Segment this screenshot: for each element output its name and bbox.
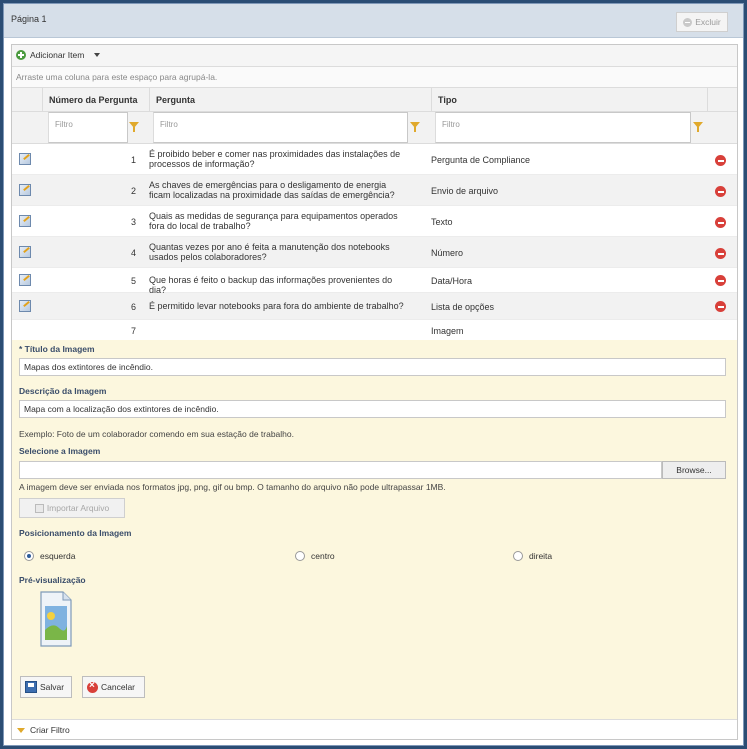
grid-filter-row: Filtro Filtro Filtro bbox=[12, 112, 737, 144]
question-number: 7 bbox=[130, 326, 136, 336]
question-text: Quais as medidas de segurança para equip… bbox=[149, 211, 398, 231]
question-number: 5 bbox=[130, 276, 136, 286]
browse-button[interactable]: Browse... bbox=[662, 461, 726, 479]
select-image-label: Selecione a Imagem bbox=[19, 446, 101, 456]
edit-icon[interactable] bbox=[19, 274, 31, 286]
image-placeholder-icon bbox=[40, 591, 72, 647]
radio-right[interactable]: direita bbox=[513, 551, 552, 561]
column-header-type[interactable]: Tipo bbox=[431, 88, 707, 111]
question-number: 2 bbox=[130, 186, 136, 196]
save-button[interactable]: Salvar bbox=[20, 676, 72, 698]
edit-icon[interactable] bbox=[19, 153, 31, 165]
question-text: É permitido levar notebooks para fora do… bbox=[149, 301, 404, 311]
question-type: Imagem bbox=[431, 326, 464, 336]
radio-icon bbox=[295, 551, 305, 561]
new-row: 7 Imagem bbox=[12, 320, 737, 340]
delete-icon[interactable] bbox=[715, 301, 726, 312]
import-icon bbox=[34, 503, 44, 513]
table-row[interactable]: 2 As chaves de emergências para o deslig… bbox=[12, 175, 737, 206]
table-row[interactable]: 6 É permitido levar notebooks para fora … bbox=[12, 293, 737, 320]
delete-icon[interactable] bbox=[715, 155, 726, 166]
minus-circle-icon bbox=[683, 17, 693, 27]
radio-icon bbox=[513, 551, 523, 561]
group-drop-area[interactable]: Arraste uma coluna para este espaço para… bbox=[12, 67, 737, 88]
delete-icon[interactable] bbox=[715, 217, 726, 228]
grid-footer: Criar Filtro bbox=[12, 719, 737, 739]
question-type: Data/Hora bbox=[431, 276, 473, 286]
cancel-icon bbox=[87, 680, 98, 693]
delete-page-label: Excluir bbox=[695, 17, 721, 27]
table-row[interactable]: 4 Quantas vezes por ano é feita a manute… bbox=[12, 237, 737, 268]
question-type: Lista de opções bbox=[431, 302, 495, 312]
image-position-label: Posicionamento da Imagem bbox=[19, 528, 132, 538]
add-icon bbox=[16, 50, 26, 60]
import-file-label: Importar Arquivo bbox=[46, 503, 110, 513]
edit-icon[interactable] bbox=[19, 215, 31, 227]
table-row[interactable]: 1 É proibido beber e comer nas proximida… bbox=[12, 144, 737, 175]
table-row[interactable]: 5 Que horas é feito o backup das informa… bbox=[12, 268, 737, 294]
question-type: Pergunta de Compliance bbox=[431, 155, 531, 165]
filter-icon[interactable] bbox=[693, 122, 703, 132]
image-title-label: * Título da Imagem bbox=[19, 344, 95, 354]
radio-left[interactable]: esquerda bbox=[24, 551, 75, 561]
table-row[interactable]: 3 Quais as medidas de segurança para equ… bbox=[12, 206, 737, 237]
radio-right-label: direita bbox=[529, 551, 553, 561]
grid-toolbar: Adicionar Item bbox=[12, 45, 737, 67]
example-text: Exemplo: Foto de um colaborador comendo … bbox=[19, 429, 294, 439]
radio-left-label: esquerda bbox=[40, 551, 76, 561]
radio-center[interactable]: centro bbox=[295, 551, 335, 561]
create-filter-label: Criar Filtro bbox=[30, 725, 70, 735]
add-item-label: Adicionar Item bbox=[30, 50, 85, 60]
question-type: Envio de arquivo bbox=[431, 186, 499, 196]
page-panel: Página 1 Excluir Adicionar Item Arraste … bbox=[3, 3, 744, 746]
grid-header-row: Número da Pergunta Pergunta Tipo bbox=[12, 88, 737, 112]
save-icon bbox=[25, 681, 37, 693]
file-path-input[interactable] bbox=[19, 461, 662, 479]
edit-icon[interactable] bbox=[19, 300, 31, 312]
question-text: Quantas vezes por ano é feita a manutenç… bbox=[149, 242, 390, 262]
image-description-label: Descrição da Imagem bbox=[19, 386, 107, 396]
column-header-number[interactable]: Número da Pergunta bbox=[42, 88, 149, 111]
page-title: Página 1 bbox=[11, 14, 47, 24]
add-item-button[interactable]: Adicionar Item bbox=[16, 50, 101, 60]
question-number: 3 bbox=[130, 217, 136, 227]
questions-grid: Adicionar Item Arraste uma coluna para e… bbox=[11, 44, 738, 740]
cancel-button[interactable]: Cancelar bbox=[82, 676, 145, 698]
question-number: 6 bbox=[130, 302, 136, 312]
number-filter-input[interactable]: Filtro bbox=[48, 112, 128, 143]
image-title-input[interactable]: Mapas dos extintores de incêndio. bbox=[19, 358, 726, 376]
filter-icon bbox=[17, 727, 25, 733]
save-label: Salvar bbox=[40, 682, 65, 692]
preview-label: Pré-visualização bbox=[19, 575, 86, 585]
chevron-down-icon[interactable] bbox=[94, 53, 101, 57]
question-filter-input[interactable]: Filtro bbox=[153, 112, 408, 143]
edit-icon[interactable] bbox=[19, 184, 31, 196]
question-text: É proibido beber e comer nas proximidade… bbox=[149, 149, 401, 169]
question-number: 1 bbox=[130, 155, 136, 165]
cancel-label: Cancelar bbox=[101, 682, 136, 692]
edit-icon[interactable] bbox=[19, 246, 31, 258]
column-header-actions bbox=[707, 88, 737, 111]
file-format-hint: A imagem deve ser enviada nos formatos j… bbox=[19, 482, 446, 492]
delete-page-button[interactable]: Excluir bbox=[676, 12, 728, 32]
question-type: Número bbox=[431, 248, 464, 258]
delete-icon[interactable] bbox=[715, 186, 726, 197]
type-filter-input[interactable]: Filtro bbox=[435, 112, 691, 143]
delete-icon[interactable] bbox=[715, 275, 726, 286]
page-header: Página 1 Excluir bbox=[4, 4, 743, 38]
column-header-question[interactable]: Pergunta bbox=[149, 88, 431, 111]
filter-icon[interactable] bbox=[129, 122, 139, 132]
filter-icon[interactable] bbox=[410, 122, 420, 132]
image-question-form: * Título da Imagem Mapas dos extintores … bbox=[12, 340, 737, 719]
delete-icon[interactable] bbox=[715, 248, 726, 259]
radio-selected-icon bbox=[24, 551, 34, 561]
question-text: As chaves de emergências para o desligam… bbox=[149, 180, 395, 200]
import-file-button[interactable]: Importar Arquivo bbox=[19, 498, 125, 518]
create-filter-button[interactable]: Criar Filtro bbox=[17, 725, 70, 735]
radio-center-label: centro bbox=[311, 551, 335, 561]
question-type: Texto bbox=[431, 217, 453, 227]
image-description-input[interactable]: Mapa com a localização dos extintores de… bbox=[19, 400, 726, 418]
question-number: 4 bbox=[130, 248, 136, 258]
